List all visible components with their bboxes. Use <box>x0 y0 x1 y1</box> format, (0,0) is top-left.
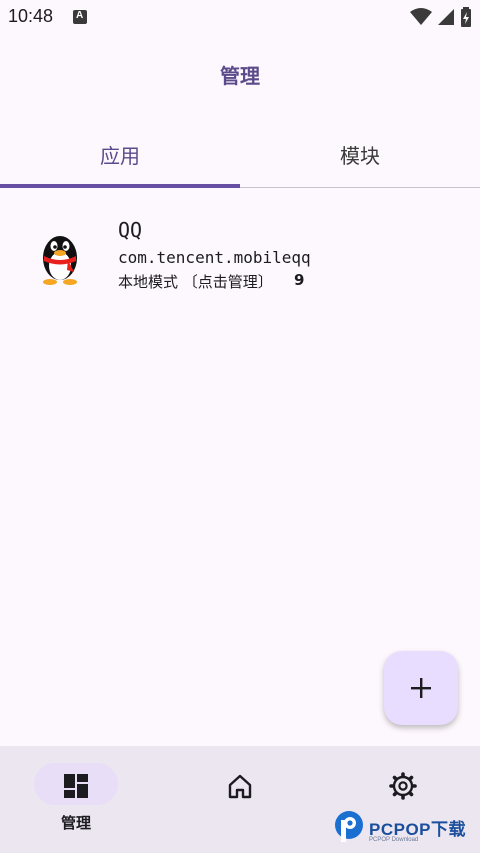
app-module-count: 9 <box>294 271 305 289</box>
app-mode[interactable]: 本地模式 〔点击管理〕 <box>118 271 273 292</box>
wifi-icon <box>409 7 432 25</box>
app-name: QQ <box>118 218 143 242</box>
watermark: PCPOP下载 PCPOP Download <box>333 808 479 852</box>
status-bar: 10:48 <box>0 0 480 34</box>
signal-icon <box>437 8 454 25</box>
accessibility-a-icon <box>73 10 87 24</box>
battery-icon <box>461 6 471 27</box>
pcpop-logo-icon <box>335 811 363 842</box>
dashboard-icon <box>64 774 88 798</box>
plus-icon <box>411 678 431 698</box>
app-package: com.tencent.mobileqq <box>118 248 311 267</box>
qq-penguin-icon <box>43 236 77 285</box>
page-title: 管理 <box>220 64 260 88</box>
nav-label-manage: 管理 <box>60 814 91 832</box>
nav-item-manage[interactable]: 管理 <box>0 746 160 853</box>
tab-indicator <box>0 184 240 188</box>
gear-icon <box>389 772 417 800</box>
watermark-subtext: PCPOP Download <box>369 837 419 843</box>
home-icon <box>228 774 252 799</box>
add-button[interactable] <box>384 651 458 725</box>
tab-modules[interactable]: 模块 <box>240 120 480 188</box>
status-time: 10:48 <box>8 6 54 26</box>
nav-item-home[interactable] <box>160 746 320 853</box>
tab-apps[interactable]: 应用 <box>0 120 240 188</box>
system-icons <box>409 6 472 27</box>
app-list-item[interactable]: QQ com.tencent.mobileqq 本地模式 〔点击管理〕 9 <box>0 210 480 300</box>
tab-bar: 应用 模块 <box>0 120 480 188</box>
